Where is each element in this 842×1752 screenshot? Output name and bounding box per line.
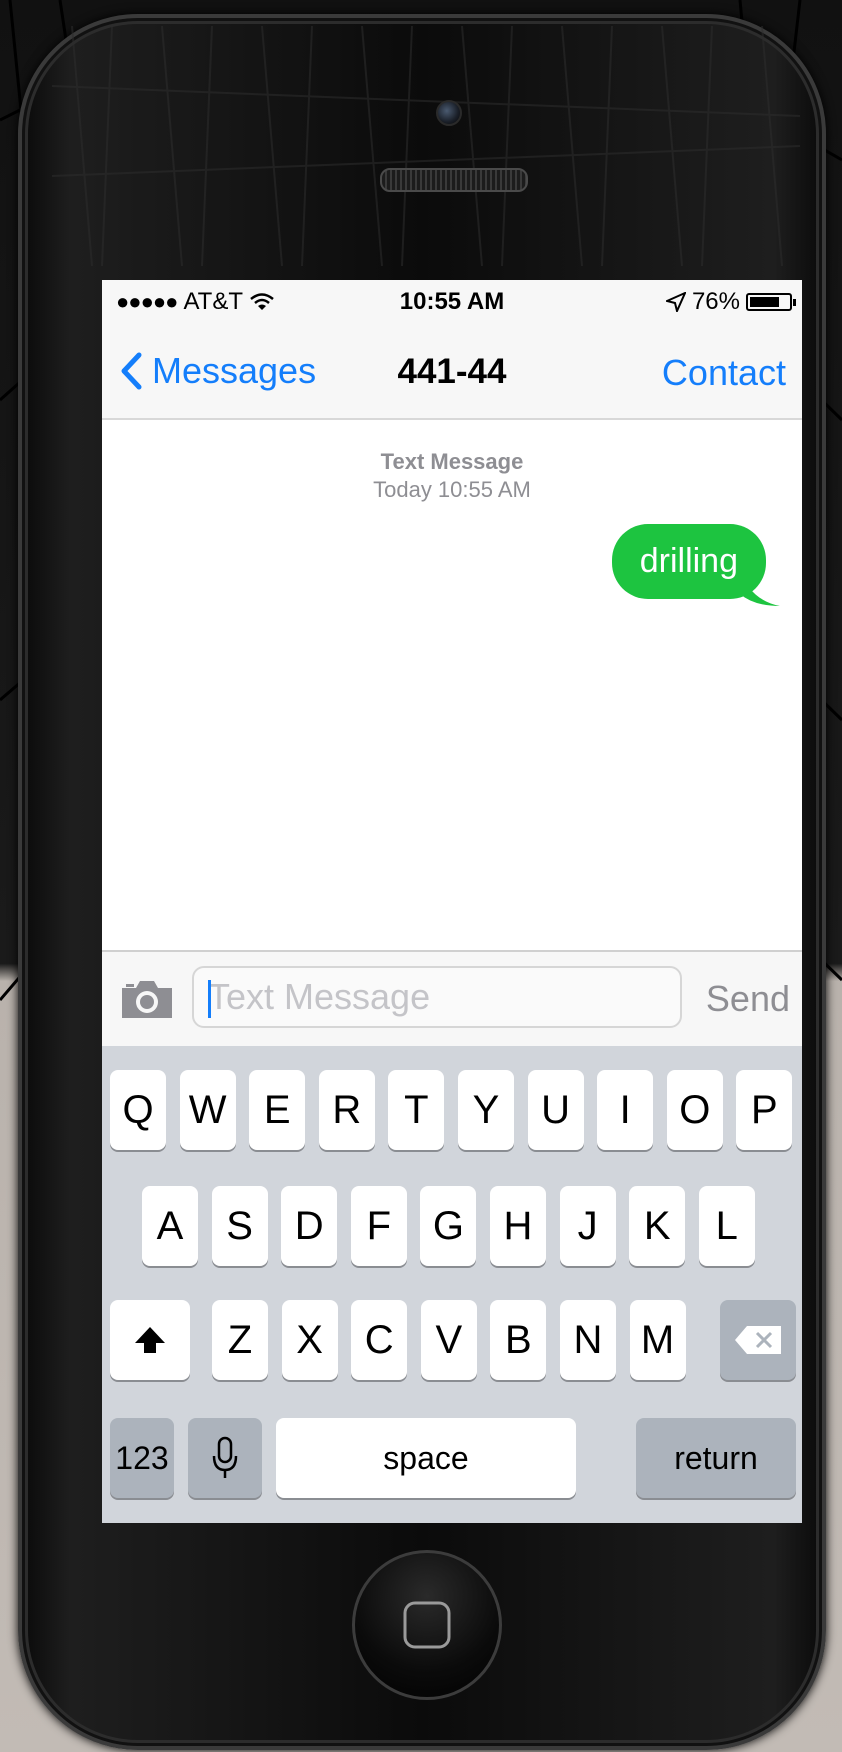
message-timestamp: Today 10:55 AM (373, 477, 531, 502)
key-r[interactable]: R (318, 1070, 375, 1150)
key-w[interactable]: W (179, 1070, 236, 1150)
key-v[interactable]: V (420, 1300, 477, 1380)
navigation-bar: Messages 441-44 Contact (102, 320, 802, 420)
space-key[interactable]: space (276, 1418, 576, 1498)
back-button-label: Messages (152, 350, 317, 391)
key-y[interactable]: Y (458, 1070, 514, 1150)
home-button[interactable] (352, 1550, 502, 1700)
front-camera (436, 100, 462, 126)
key-c[interactable]: C (351, 1300, 408, 1380)
conversation-title: 441-44 (397, 352, 507, 391)
microphone-icon (212, 1436, 238, 1478)
status-right: 76% (665, 288, 796, 316)
message-type-label: Text Message (380, 449, 524, 474)
message-input-bar: Send (102, 950, 802, 1046)
camera-icon[interactable] (118, 976, 176, 1022)
key-f[interactable]: F (350, 1186, 407, 1266)
location-arrow-icon (665, 292, 686, 312)
key-q[interactable]: Q (110, 1070, 166, 1150)
battery-icon (746, 293, 796, 311)
battery-nub (793, 299, 796, 306)
key-t[interactable]: T (388, 1070, 445, 1150)
key-j[interactable]: J (559, 1186, 616, 1266)
key-l[interactable]: L (698, 1186, 755, 1266)
key-i[interactable]: I (597, 1070, 654, 1150)
key-x[interactable]: X (281, 1300, 338, 1380)
sent-message-bubble[interactable]: drilling (611, 524, 766, 599)
delete-key[interactable] (720, 1300, 796, 1380)
battery-percent: 76% (691, 288, 740, 315)
phone-frame: ●●●●● AT&T 10:55 AM 76% Messages 441-44 … (18, 14, 826, 1750)
key-s[interactable]: S (211, 1186, 268, 1266)
text-cursor (208, 980, 211, 1018)
phone-screen: ●●●●● AT&T 10:55 AM 76% Messages 441-44 … (102, 280, 802, 1523)
key-a[interactable]: A (142, 1186, 198, 1266)
key-o[interactable]: O (666, 1070, 723, 1150)
key-k[interactable]: K (629, 1186, 686, 1266)
thread-header: Text Message Today 10:55 AM (102, 448, 802, 504)
shift-icon (135, 1327, 165, 1353)
key-n[interactable]: N (560, 1300, 616, 1380)
key-u[interactable]: U (527, 1070, 584, 1150)
shift-key[interactable] (110, 1300, 190, 1380)
status-bar: ●●●●● AT&T 10:55 AM 76% (102, 280, 802, 320)
key-h[interactable]: H (490, 1186, 546, 1266)
key-d[interactable]: D (281, 1186, 338, 1266)
key-m[interactable]: M (629, 1300, 686, 1380)
delete-icon (735, 1326, 781, 1354)
key-e[interactable]: E (249, 1070, 306, 1150)
battery-fill (750, 297, 779, 307)
key-z[interactable]: Z (212, 1300, 268, 1380)
back-button[interactable]: Messages (120, 350, 316, 392)
branches-texture (52, 26, 800, 266)
send-button[interactable]: Send (706, 978, 790, 1020)
home-button-icon (403, 1601, 451, 1649)
message-text-field[interactable] (192, 966, 682, 1028)
keyboard: 123 space return QWERTYUIOP ASDFGHJKL ZXCV… (102, 1046, 802, 1523)
numbers-key[interactable]: 123 (110, 1418, 174, 1498)
return-key[interactable]: return (636, 1418, 796, 1498)
contact-button[interactable]: Contact (662, 352, 786, 394)
chevron-left-icon (121, 352, 142, 390)
key-g[interactable]: G (420, 1186, 477, 1266)
key-b[interactable]: B (490, 1300, 547, 1380)
earpiece-speaker (380, 168, 528, 192)
dictation-key[interactable] (188, 1418, 262, 1498)
key-p[interactable]: P (736, 1070, 793, 1150)
